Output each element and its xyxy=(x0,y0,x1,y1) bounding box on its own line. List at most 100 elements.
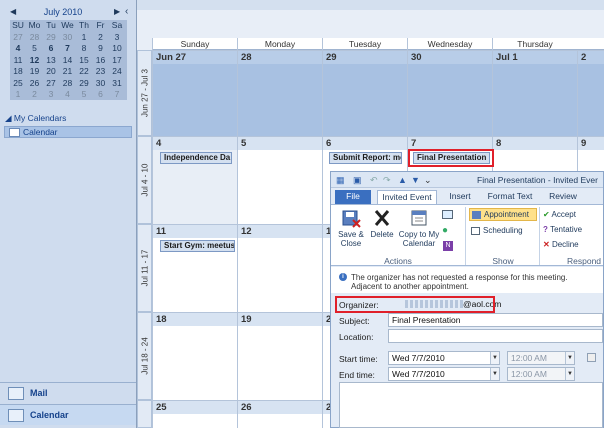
accept-button[interactable]: ✔ Accept xyxy=(543,210,601,219)
dropdown-arrow-icon[interactable]: ▼ xyxy=(490,352,499,364)
up-arrow-icon[interactable]: ▲ xyxy=(398,175,408,185)
dropdown-arrow-icon[interactable]: ▼ xyxy=(490,368,499,380)
mini-day[interactable]: 5 xyxy=(76,89,92,100)
tab-invited-event[interactable]: Invited Event xyxy=(377,190,437,204)
start-time-field[interactable]: 12:00 AM ▼ xyxy=(507,351,575,365)
mini-day[interactable]: 30 xyxy=(60,32,76,43)
mini-day[interactable]: 1 xyxy=(76,32,92,43)
mini-day[interactable]: 20 xyxy=(43,66,59,77)
mini-day[interactable]: 14 xyxy=(60,55,76,66)
week-label[interactable]: Jul 18 - 24 xyxy=(137,312,152,400)
nav-calendar-button[interactable]: Calendar xyxy=(0,404,136,425)
copy-to-calendar-button[interactable]: Copy to My Calendar xyxy=(397,208,441,248)
mini-day[interactable]: 9 xyxy=(93,43,109,54)
mini-day[interactable]: 4 xyxy=(10,43,26,54)
mini-day[interactable]: 19 xyxy=(27,66,43,77)
mini-day[interactable]: 16 xyxy=(93,55,109,66)
day-cell[interactable]: Jun 27 xyxy=(152,50,237,136)
save-close-button[interactable]: Save & Close xyxy=(335,208,367,248)
mini-day[interactable]: 7 xyxy=(109,89,125,100)
mini-day[interactable]: 6 xyxy=(93,89,109,100)
day-cell[interactable]: 12 xyxy=(237,224,322,312)
mini-day[interactable]: 27 xyxy=(43,78,59,89)
dropdown-arrow-icon[interactable]: ▼ xyxy=(565,352,574,364)
mini-day[interactable]: 7 xyxy=(60,43,76,54)
day-cell[interactable]: Jul 1 xyxy=(492,50,577,136)
decline-button[interactable]: ✕ Decline xyxy=(543,240,601,249)
save-icon[interactable]: ▣ xyxy=(353,175,363,185)
mini-day[interactable]: 31 xyxy=(109,78,125,89)
mini-day[interactable]: 28 xyxy=(27,32,43,43)
day-cell[interactable]: 19 xyxy=(237,312,322,400)
start-date-field[interactable]: Wed 7/7/2010 ▼ xyxy=(388,351,500,365)
collapse-pane-icon[interactable]: ‹ xyxy=(125,6,128,17)
down-arrow-icon[interactable]: ▼ xyxy=(411,175,421,185)
day-cell[interactable]: 30 xyxy=(407,50,492,136)
end-date-field[interactable]: Wed 7/7/2010 ▼ xyxy=(388,367,500,381)
mini-day[interactable]: 27 xyxy=(10,32,26,43)
day-cell[interactable]: 25 xyxy=(152,400,237,428)
nav-mail-button[interactable]: Mail xyxy=(0,382,136,403)
undo-icon[interactable]: ↶ xyxy=(370,175,380,185)
event-start-gym[interactable]: Start Gym: meetus xyxy=(160,240,235,252)
onenote-icon[interactable]: N xyxy=(443,241,453,251)
mini-day[interactable]: 24 xyxy=(109,66,125,77)
forward-icon[interactable] xyxy=(442,210,453,219)
mini-day[interactable]: 28 xyxy=(60,78,76,89)
day-cell[interactable]: 2 xyxy=(577,50,604,136)
tab-file[interactable]: File xyxy=(335,190,371,204)
my-calendars-header[interactable]: ◢ My Calendars xyxy=(5,113,66,124)
tentative-button[interactable]: ? Tentative xyxy=(543,225,601,234)
mini-day[interactable]: 11 xyxy=(10,55,26,66)
mini-day[interactable]: 10 xyxy=(109,43,125,54)
mini-day[interactable]: 22 xyxy=(76,66,92,77)
week-label[interactable]: Jul 4 - 10 xyxy=(137,136,152,224)
tab-review[interactable]: Review xyxy=(543,190,583,204)
mini-day[interactable]: 30 xyxy=(93,78,109,89)
mini-day[interactable]: 29 xyxy=(43,32,59,43)
reply-icon[interactable]: ● xyxy=(442,225,448,236)
tab-format-text[interactable]: Format Text xyxy=(485,190,535,204)
day-cell[interactable]: 4 xyxy=(152,136,237,224)
location-field[interactable] xyxy=(388,329,603,343)
event-independence-day[interactable]: Independence Da xyxy=(160,152,232,164)
mini-day[interactable]: 26 xyxy=(27,78,43,89)
mini-day[interactable]: 18 xyxy=(10,66,26,77)
mini-day[interactable]: 5 xyxy=(27,43,43,54)
mini-day[interactable]: 21 xyxy=(60,66,76,77)
day-cell[interactable]: 11 xyxy=(152,224,237,312)
scheduling-button[interactable]: Scheduling xyxy=(469,225,537,236)
calendar-folder-item[interactable]: Calendar xyxy=(4,126,132,138)
subject-field[interactable]: Final Presentation xyxy=(388,313,603,327)
mini-day[interactable]: 12 xyxy=(27,55,43,66)
week-label[interactable] xyxy=(137,400,152,428)
mini-day[interactable]: 6 xyxy=(43,43,59,54)
week-label[interactable]: Jul 11 - 17 xyxy=(137,224,152,312)
calendar-checkbox[interactable] xyxy=(9,128,20,137)
mini-day[interactable]: 2 xyxy=(27,89,43,100)
mini-day[interactable]: 29 xyxy=(76,78,92,89)
mini-day[interactable]: 1 xyxy=(10,89,26,100)
day-cell[interactable]: 18 xyxy=(152,312,237,400)
mini-day[interactable]: 4 xyxy=(60,89,76,100)
mini-day[interactable]: 17 xyxy=(109,55,125,66)
mini-day[interactable]: 2 xyxy=(93,32,109,43)
dropdown-arrow-icon[interactable]: ▼ xyxy=(565,368,574,380)
message-body[interactable] xyxy=(339,382,603,428)
customize-icon[interactable]: ⌄ xyxy=(424,175,434,185)
appointment-button[interactable]: Appointment xyxy=(469,208,537,221)
day-cell[interactable]: 26 xyxy=(237,400,322,428)
delete-button[interactable]: Delete xyxy=(367,208,397,239)
all-day-checkbox[interactable] xyxy=(587,353,596,362)
mini-day[interactable]: 13 xyxy=(43,55,59,66)
mini-day[interactable]: 3 xyxy=(43,89,59,100)
mini-day[interactable]: 8 xyxy=(76,43,92,54)
next-month-icon[interactable]: ▶ xyxy=(114,7,120,16)
mini-day[interactable]: 3 xyxy=(109,32,125,43)
mini-day[interactable]: 23 xyxy=(93,66,109,77)
tab-insert[interactable]: Insert xyxy=(443,190,477,204)
mini-day[interactable]: 15 xyxy=(76,55,92,66)
event-submit-report[interactable]: Submit Report: me xyxy=(329,152,402,164)
mini-day[interactable]: 25 xyxy=(10,78,26,89)
week-label[interactable]: Jun 27 - Jul 3 xyxy=(137,50,152,136)
